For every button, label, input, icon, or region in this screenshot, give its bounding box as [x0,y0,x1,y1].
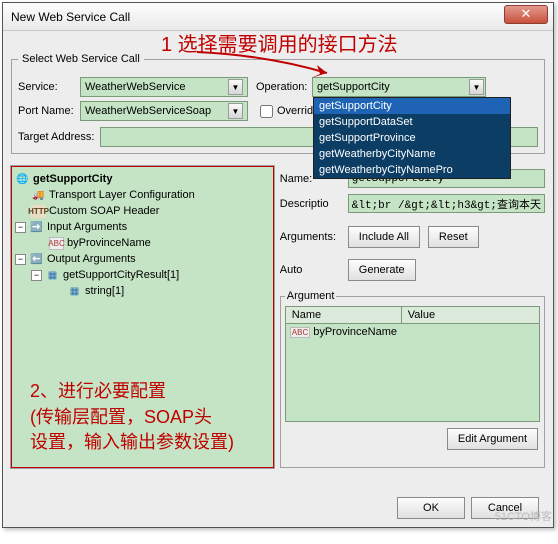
portname-combo[interactable]: WeatherWebServiceSoap ▼ [80,101,248,121]
service-value: WeatherWebService [85,81,185,93]
edit-argument-button[interactable]: Edit Argument [447,428,538,450]
window-title: New Web Service Call [11,10,130,24]
override-checkbox[interactable] [260,105,273,118]
dropdown-item[interactable]: getSupportProvince [314,130,510,146]
dialog-window: New Web Service Call ✕ 1 选择需要调用的接口方法 Sel… [2,2,554,528]
tree-panel: 🌐 getSupportCity 🚚 Transport Layer Confi… [11,166,274,468]
dropdown-item[interactable]: getWeatherbyCityNamePro [314,162,510,178]
tree-item-transport[interactable]: 🚚 Transport Layer Configuration [15,187,270,203]
operation-dropdown: getSupportCity getSupportDataSet getSupp… [313,97,511,179]
close-button[interactable]: ✕ [504,5,548,24]
override-label: Overrid [277,105,313,117]
target-label: Target Address: [18,131,94,143]
annotation-step2: 2、进行必要配置 (传输层配置，SOAP头 设置，输入输出参数设置) [30,379,234,455]
abc-icon: ABC [49,237,64,250]
tree-item-out-string[interactable]: ▦ string[1] [15,283,270,299]
globe-icon: 🌐 [15,173,30,186]
tree-item-input-args[interactable]: − ➡️ Input Arguments [15,219,270,235]
arg-name: byProvinceName [313,326,397,338]
table-row[interactable]: ABC byProvinceName [286,324,539,340]
chevron-down-icon[interactable]: ▼ [469,79,484,95]
properties-panel: Name: getSupportCity Descriptio &lt;br /… [280,166,545,468]
abc-icon: ABC [290,327,310,338]
chevron-down-icon[interactable]: ▼ [228,103,243,119]
argument-group: Argument Name Value ABC byProvinceName E… [280,290,545,468]
arrow-right-icon: ➡️ [29,221,44,234]
list-icon: ▦ [45,269,60,282]
tree-item-out-result[interactable]: − ▦ getSupportCityResult[1] [15,267,270,283]
collapse-icon[interactable]: − [15,254,26,265]
tree-item-output-args[interactable]: − ⬅️ Output Arguments [15,251,270,267]
portname-label: Port Name: [18,105,80,117]
group-legend: Select Web Service Call [18,53,144,65]
argument-legend: Argument [285,290,337,302]
portname-value: WeatherWebServiceSoap [85,105,211,117]
auto-label: Auto [280,264,348,276]
ok-button[interactable]: OK [397,497,465,519]
arrow-left-icon: ⬅️ [29,253,44,266]
dropdown-item[interactable]: getSupportDataSet [314,114,510,130]
service-label: Service: [18,81,80,93]
include-all-button[interactable]: Include All [348,226,420,248]
collapse-icon[interactable]: − [15,222,26,233]
watermark: 51CTO博客 [495,508,552,524]
description-label: Descriptio [280,198,348,210]
tree-item-in-param[interactable]: ABC byProvinceName [15,235,270,251]
dropdown-item[interactable]: getWeatherbyCityName [314,146,510,162]
dropdown-item[interactable]: getSupportCity [314,98,510,114]
argument-grid[interactable]: Name Value ABC byProvinceName [285,306,540,422]
grid-header: Name Value [286,307,539,324]
generate-button[interactable]: Generate [348,259,416,281]
truck-icon: 🚚 [31,189,46,202]
arguments-label: Arguments: [280,231,348,243]
titlebar: New Web Service Call ✕ [3,3,553,31]
description-input[interactable]: &lt;br /&gt;&lt;h3&gt;查询本天 [348,194,545,213]
collapse-icon[interactable]: − [31,270,42,281]
tree-root[interactable]: 🌐 getSupportCity [15,171,270,187]
col-name: Name [286,307,402,323]
tree-item-soap[interactable]: HTTP Custom SOAP Header [15,203,270,219]
reset-button[interactable]: Reset [428,226,479,248]
col-value: Value [402,307,539,323]
annotation-step1: 1 选择需要调用的接口方法 [161,28,398,57]
http-icon: HTTP [31,205,46,218]
list-icon: ▦ [67,285,82,298]
